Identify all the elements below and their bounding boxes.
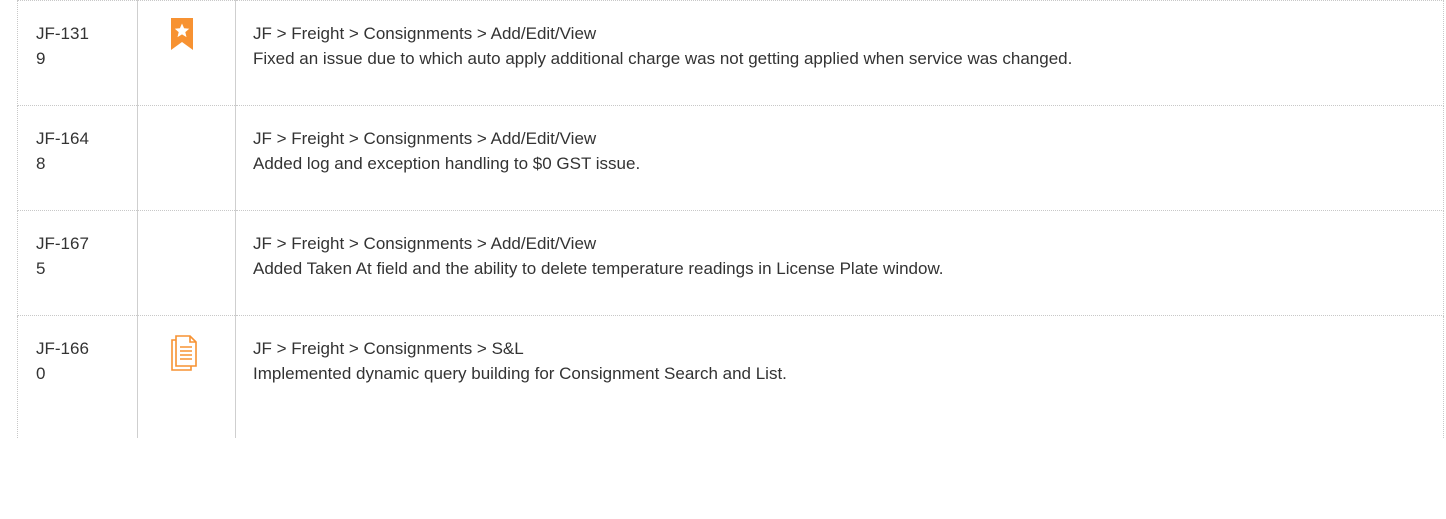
document-icon	[171, 335, 197, 375]
description-cell: JF > Freight > Consignments > Add/Edit/V…	[235, 210, 1444, 316]
description-cell: JF > Freight > Consignments > Add/Edit/V…	[235, 0, 1444, 106]
issue-id-link[interactable]: JF-1648	[18, 106, 96, 176]
issue-id-link[interactable]: JF-1660	[18, 316, 96, 386]
table-row: JF-1675 JF > Freight > Consignments > Ad…	[17, 210, 1444, 316]
module-path: JF > Freight > Consignments > Add/Edit/V…	[253, 129, 597, 148]
icon-cell	[137, 0, 236, 106]
change-description: Fixed an issue due to which auto apply a…	[253, 49, 1073, 68]
star-bookmark-icon	[171, 18, 193, 54]
change-description: Added Taken At field and the ability to …	[253, 259, 944, 278]
description-cell: JF > Freight > Consignments > S&L Implem…	[235, 315, 1444, 438]
issue-id-cell: JF-1675	[17, 210, 138, 316]
release-notes-table: JF-1319 JF > Freight > Consignments > Ad…	[17, 0, 1444, 438]
module-path: JF > Freight > Consignments > Add/Edit/V…	[253, 234, 597, 253]
change-description: Implemented dynamic query building for C…	[253, 364, 787, 383]
issue-id-cell: JF-1648	[17, 105, 138, 211]
change-description: Added log and exception handling to $0 G…	[253, 154, 641, 173]
table-row: JF-1648 JF > Freight > Consignments > Ad…	[17, 105, 1444, 211]
icon-cell	[137, 315, 236, 438]
module-path: JF > Freight > Consignments > S&L	[253, 339, 524, 358]
issue-id-cell: JF-1319	[17, 0, 138, 106]
issue-id-link[interactable]: JF-1319	[18, 1, 96, 71]
icon-cell	[137, 210, 236, 316]
description-cell: JF > Freight > Consignments > Add/Edit/V…	[235, 105, 1444, 211]
issue-id-link[interactable]: JF-1675	[18, 211, 96, 281]
table-row: JF-1319 JF > Freight > Consignments > Ad…	[17, 0, 1444, 106]
table-row: JF-1660 JF > Freight > Consignments > S&…	[17, 315, 1444, 438]
icon-cell	[137, 105, 236, 211]
issue-id-cell: JF-1660	[17, 315, 138, 438]
module-path: JF > Freight > Consignments > Add/Edit/V…	[253, 24, 597, 43]
